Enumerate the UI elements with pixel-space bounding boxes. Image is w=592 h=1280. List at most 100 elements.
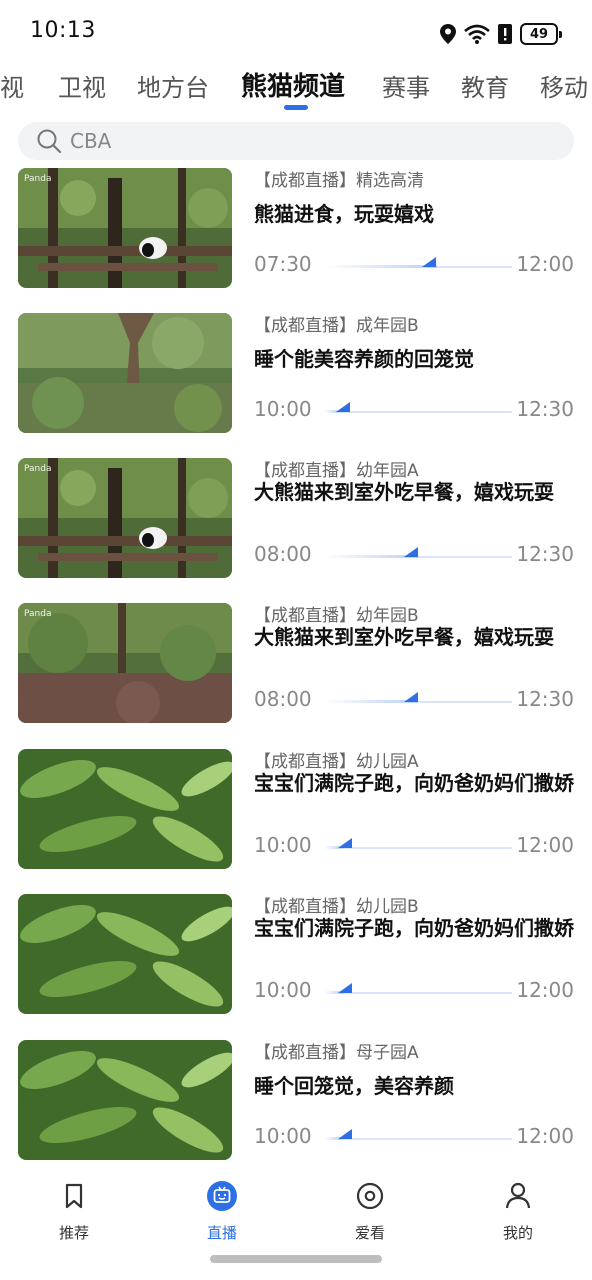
thumbnail[interactable] (18, 749, 232, 869)
progress-track (324, 547, 512, 558)
tab-partial[interactable]: 视 (0, 68, 24, 103)
tab-indicator (284, 105, 308, 110)
time-row: 08:00 12:30 (254, 542, 574, 568)
time-start: 08:00 (254, 687, 312, 711)
progress-track (324, 1129, 512, 1140)
thumbnail[interactable]: Panda (18, 168, 232, 288)
item-title: 大熊猫来到室外吃早餐，嬉戏玩耍 (254, 625, 554, 649)
nav-label: 直播 (206, 1224, 237, 1242)
time-end: 12:00 (516, 833, 574, 857)
item-source: 【成都直播】幼儿园B (254, 897, 419, 917)
forest-image (18, 458, 232, 578)
thumbnail[interactable] (18, 1040, 232, 1160)
search-bar[interactable]: CBA (18, 122, 574, 160)
tab-panda[interactable]: 熊猫频道 (241, 66, 345, 103)
list-item[interactable]: Panda 【成都直播】精选高清 熊猫进食，玩耍嬉戏 07:30 12:00 (18, 166, 574, 290)
list-item[interactable]: 【成都直播】幼儿园B 宝宝们满院子跑，向奶爸奶妈们撒娇 10:00 12:00 (18, 892, 574, 1016)
nav-label: 我的 (502, 1224, 533, 1242)
list-item[interactable]: 【成都直播】幼儿园A 宝宝们满院子跑，向奶爸奶妈们撒娇 10:00 12:00 (18, 747, 574, 871)
progress-track (324, 402, 512, 413)
progress-marker (338, 983, 352, 993)
progress-marker (404, 547, 418, 557)
item-source: 【成都直播】母子园A (254, 1043, 419, 1063)
leaves-image (18, 894, 232, 1014)
nav-watch[interactable]: 爱看 (320, 1180, 420, 1250)
time-end: 12:00 (516, 978, 574, 1002)
time-start: 10:00 (254, 978, 312, 1002)
item-source: 【成都直播】成年园B (254, 316, 419, 336)
nav-label: 推荐 (58, 1224, 89, 1242)
time-row: 08:00 12:30 (254, 687, 574, 713)
watermark-logo: Panda (24, 609, 52, 619)
item-title: 宝宝们满院子跑，向奶爸奶妈们撒娇 (254, 771, 574, 795)
time-start: 07:30 (254, 252, 312, 276)
tab-local[interactable]: 地方台 (137, 68, 209, 103)
nav-mine[interactable]: 我的 (468, 1180, 568, 1250)
progress-marker (404, 692, 418, 702)
time-row: 10:00 12:00 (254, 833, 574, 859)
item-source: 【成都直播】精选高清 (254, 171, 424, 191)
tab-education[interactable]: 教育 (461, 68, 509, 103)
progress-marker (422, 257, 436, 267)
thumbnail[interactable]: Panda (18, 458, 232, 578)
time-start: 08:00 (254, 542, 312, 566)
time-row: 07:30 12:00 (254, 252, 574, 278)
battery-icon: 49 (520, 23, 562, 45)
battery-level: 49 (529, 26, 549, 42)
progress-track (324, 257, 512, 268)
item-title: 睡个能美容养颜的回笼觉 (254, 347, 474, 371)
list-item[interactable]: 【成都直播】成年园B 睡个能美容养颜的回笼觉 10:00 12:30 (18, 311, 574, 435)
time-end: 12:30 (516, 687, 574, 711)
thumbnail[interactable] (18, 313, 232, 433)
person-icon (505, 1182, 531, 1209)
list-item[interactable]: 【成都直播】母子园A 睡个回笼觉，美容养颜 10:00 12:00 (18, 1038, 574, 1162)
tab-events[interactable]: 赛事 (382, 68, 430, 103)
nav-recommend[interactable]: 推荐 (24, 1180, 124, 1250)
forest-image (18, 603, 232, 723)
nav-label: 爱看 (354, 1224, 385, 1242)
thumbnail[interactable] (18, 894, 232, 1014)
item-title: 宝宝们满院子跑，向奶爸奶妈们撒娇 (254, 916, 574, 940)
item-title: 大熊猫来到室外吃早餐，嬉戏玩耍 (254, 480, 554, 504)
time-start: 10:00 (254, 833, 312, 857)
status-time: 10:13 (30, 18, 96, 43)
home-indicator[interactable] (210, 1255, 382, 1263)
status-bar: 10:13 49 (0, 0, 592, 64)
item-source: 【成都直播】幼年园A (254, 461, 419, 481)
forest-image (18, 313, 232, 433)
watermark-logo: Panda (24, 464, 52, 474)
item-title: 熊猫进食，玩耍嬉戏 (254, 202, 434, 226)
wifi-icon (464, 24, 490, 44)
time-end: 12:30 (516, 397, 574, 421)
progress-track (324, 692, 512, 703)
item-source: 【成都直播】幼年园B (254, 606, 419, 626)
item-title: 睡个回笼觉，美容养颜 (254, 1074, 454, 1098)
progress-marker (336, 402, 350, 412)
progress-track (324, 983, 512, 994)
thumbnail[interactable]: Panda (18, 603, 232, 723)
progress-marker (338, 838, 352, 848)
list-item[interactable]: Panda 【成都直播】幼年园B 大熊猫来到室外吃早餐，嬉戏玩耍 08:00 1… (18, 601, 574, 725)
time-end: 12:30 (516, 542, 574, 566)
tab-mobile[interactable]: 移动 (540, 68, 588, 103)
item-source: 【成都直播】幼儿园A (254, 752, 419, 772)
nav-live[interactable]: 直播 (172, 1180, 272, 1250)
time-end: 12:00 (516, 252, 574, 276)
circle-target-icon (356, 1182, 384, 1210)
alert-icon (498, 24, 512, 44)
progress-marker (338, 1129, 352, 1139)
time-start: 10:00 (254, 397, 312, 421)
leaves-image (18, 1040, 232, 1160)
tab-satellite[interactable]: 卫视 (58, 68, 106, 103)
leaves-image (18, 749, 232, 869)
search-input[interactable]: CBA (70, 129, 111, 153)
search-icon (37, 129, 62, 154)
bookmark-icon (65, 1183, 83, 1209)
time-row: 10:00 12:00 (254, 1124, 574, 1150)
time-start: 10:00 (254, 1124, 312, 1148)
progress-track (324, 838, 512, 849)
tv-icon (207, 1181, 237, 1211)
location-icon (440, 24, 456, 44)
list-item[interactable]: Panda 【成都直播】幼年园A 大熊猫来到室外吃早餐，嬉戏玩耍 08:00 1… (18, 456, 574, 580)
time-end: 12:00 (516, 1124, 574, 1148)
